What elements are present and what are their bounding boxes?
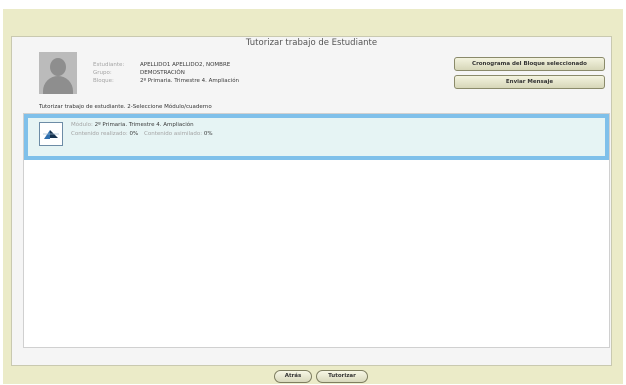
- group-label: Grupo:: [93, 70, 112, 76]
- module-name-row: Módulo: 2º Primaria. Trimestre 4. Amplia…: [71, 122, 194, 128]
- student-avatar: [39, 52, 77, 94]
- asimilado-label: Contenido asimilado:: [144, 131, 203, 137]
- group-value: DEMOSTRACIÓN: [140, 70, 185, 76]
- student-value: APELLIDO1 APELLIDO2, NOMBRE: [140, 62, 231, 68]
- send-message-button[interactable]: Enviar Mensaje: [454, 75, 605, 89]
- page-title: Tutorizar trabajo de Estudiante: [245, 38, 378, 48]
- list-item-module[interactable]: Módulo: 2º Primaria. Trimestre 4. Amplia…: [24, 114, 609, 160]
- instruction-text: Tutorizar trabajo de estudiante. 2-Selec…: [39, 104, 212, 110]
- module-icon: [39, 122, 63, 146]
- tutorizar-button[interactable]: Tutorizar: [316, 370, 368, 383]
- module-label: Módulo:: [71, 122, 93, 128]
- module-value: 2º Primaria. Trimestre 4. Ampliación: [94, 122, 194, 128]
- avatar-body: [43, 76, 73, 94]
- block-label: Bloque:: [93, 78, 114, 84]
- cronograma-button[interactable]: Cronograma del Bloque seleccionado: [454, 57, 605, 71]
- avatar-head: [50, 58, 66, 76]
- back-button[interactable]: Atrás: [274, 370, 312, 383]
- realizado-value: 0%: [129, 131, 139, 137]
- asimilado-value: 0%: [203, 131, 213, 137]
- main-panel: Tutorizar trabajo de Estudiante Estudian…: [11, 36, 612, 366]
- block-value: 2º Primaria. Trimestre 4. Ampliación: [140, 78, 240, 84]
- module-progress-row: Contenido realizado: 0% Contenido asimil…: [71, 131, 213, 137]
- realizado-label: Contenido realizado:: [71, 131, 128, 137]
- student-label: Estudiante:: [93, 62, 125, 68]
- module-list: Módulo: 2º Primaria. Trimestre 4. Amplia…: [23, 113, 610, 348]
